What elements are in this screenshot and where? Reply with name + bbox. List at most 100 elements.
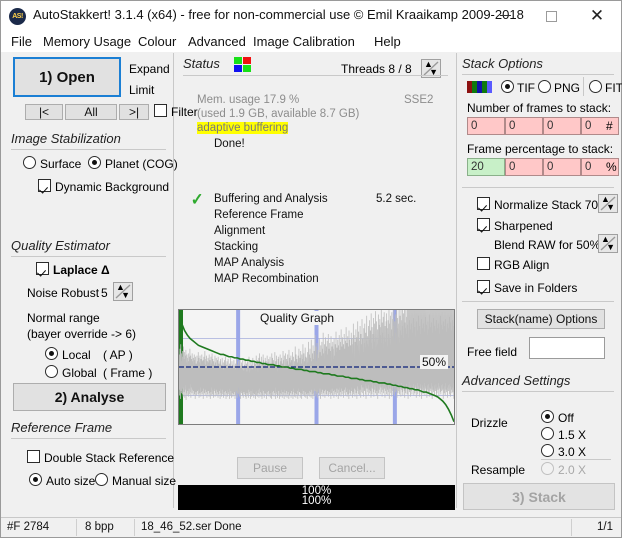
menu-image-calibration[interactable]: Image Calibration — [249, 33, 359, 50]
open-button[interactable]: 1) Open — [13, 57, 121, 97]
stack-options-rule-3 — [462, 301, 614, 302]
nav-first-button[interactable]: |< — [25, 104, 63, 120]
noise-robust-label: Noise Robust — [27, 286, 100, 300]
surface-radio[interactable] — [23, 156, 36, 169]
normalize-stack-checkbox[interactable] — [477, 197, 490, 210]
quality-estimator-header: Quality Estimator — [11, 238, 110, 253]
cancel-button[interactable]: Cancel... — [319, 457, 385, 479]
normalize-stack-label: Normalize Stack 70% — [494, 198, 609, 212]
sharpened-checkbox[interactable] — [477, 218, 490, 231]
frames-input-3[interactable]: 0 — [581, 117, 619, 135]
blend-raw-spinner[interactable]: ▲ ▼ — [598, 234, 618, 253]
normalize-stack-spinner[interactable]: ▲ ▼ — [598, 194, 618, 213]
format-png-label: PNG — [554, 81, 581, 95]
rgb-align-checkbox[interactable] — [477, 257, 490, 270]
menu-help[interactable]: Help — [370, 33, 405, 50]
local-radio[interactable] — [45, 347, 58, 360]
app-icon: AS! — [9, 8, 26, 25]
auto-size-radio[interactable] — [29, 473, 42, 486]
percentage-input-0[interactable]: 20 — [467, 158, 505, 176]
laplace-label: Laplace Δ — [53, 263, 110, 277]
menu-file[interactable]: File — [7, 33, 36, 50]
planet-cog-radio[interactable] — [88, 156, 101, 169]
format-fit-label: FIT — [605, 81, 622, 95]
drizzle-resample-rule — [541, 459, 611, 460]
format-tif-radio[interactable] — [501, 80, 514, 93]
frames-to-stack-inputs[interactable]: 0 0 0 0 — [467, 117, 619, 135]
step-label-3: Stacking — [214, 241, 259, 253]
drizzle-off-radio[interactable] — [541, 410, 554, 423]
step-label-0: Buffering and Analysis — [214, 193, 328, 205]
pause-button[interactable]: Pause — [237, 457, 303, 479]
quality-graph[interactable] — [178, 309, 455, 425]
manual-size-label: Manual size — [112, 474, 177, 488]
filter-checkbox[interactable] — [154, 104, 167, 117]
drizzle-label: Drizzle — [471, 416, 508, 430]
frames-to-stack-label: Number of frames to stack: — [467, 101, 612, 115]
local-label: Local — [62, 348, 91, 362]
window-title: AutoStakkert! 3.1.4 (x64) - free for non… — [33, 7, 524, 22]
double-stack-reference-label: Double Stack Reference — [44, 451, 175, 465]
resample-20x-label: 2.0 X — [558, 463, 587, 477]
statusbar-sep-2 — [134, 519, 135, 536]
stack-options-header: Stack Options — [462, 56, 543, 71]
close-button[interactable]: ✕ — [574, 1, 620, 31]
menu-bar: File Memory Usage Colour Advanced Image … — [1, 31, 621, 52]
global-label: Global — [62, 366, 97, 380]
format-png-radio[interactable] — [538, 80, 551, 93]
double-stack-reference-checkbox[interactable] — [27, 450, 40, 463]
image-stabilization-rule — [11, 149, 166, 150]
frame-percentage-inputs[interactable]: 20 0 0 0 — [467, 158, 619, 176]
frames-input-0[interactable]: 0 — [467, 117, 505, 135]
analyse-button[interactable]: 2) Analyse — [13, 383, 166, 411]
color-format-icon — [467, 81, 493, 93]
autostakkert-window: AS! AutoStakkert! 3.1.4 (x64) - free for… — [0, 0, 622, 538]
free-field-label: Free field — [467, 345, 518, 359]
resample-20x-radio[interactable] — [541, 462, 554, 475]
maximize-button[interactable] — [528, 1, 574, 31]
step-label-4: MAP Analysis — [214, 257, 285, 269]
step-label-5: MAP Recombination — [214, 273, 319, 285]
frames-input-2[interactable]: 0 — [543, 117, 581, 135]
noise-robust-spinner[interactable]: ▲ ▼ — [113, 282, 133, 301]
stack-name-options-button[interactable]: Stack(name) Options — [477, 309, 605, 329]
drizzle-15x-radio[interactable] — [541, 427, 554, 440]
format-fit-radio[interactable] — [589, 80, 602, 93]
save-in-folders-label: Save in Folders — [494, 281, 578, 295]
limit-label[interactable]: Limit — [129, 83, 154, 97]
minimize-button[interactable] — [482, 1, 528, 31]
menu-colour[interactable]: Colour — [134, 33, 180, 50]
status-header: Status — [183, 56, 220, 71]
nav-last-button[interactable]: >| — [119, 104, 149, 120]
drizzle-15x-label: 1.5 X — [558, 428, 587, 442]
close-icon: ✕ — [589, 6, 605, 25]
free-field-input[interactable] — [529, 337, 605, 359]
nav-all-button[interactable]: All — [65, 104, 117, 120]
dynamic-background-label: Dynamic Background — [55, 180, 170, 194]
statusbar-file: 18_46_52.ser — [141, 521, 212, 533]
drizzle-30x-label: 3.0 X — [558, 445, 587, 459]
resample-label: Resample — [471, 463, 526, 477]
drizzle-30x-radio[interactable] — [541, 444, 554, 457]
local-suffix-label: ( AP ) — [103, 348, 133, 362]
menu-memory-usage[interactable]: Memory Usage — [39, 33, 135, 50]
menu-advanced[interactable]: Advanced — [184, 33, 250, 50]
statusbar-bpp: 8 bpp — [85, 521, 114, 533]
statusbar-state: Done — [214, 521, 242, 533]
frame-percentage-label: Frame percentage to stack: — [467, 142, 614, 156]
progress-bar-bottom: 100% — [178, 495, 455, 510]
global-radio[interactable] — [45, 365, 58, 378]
manual-size-radio[interactable] — [95, 473, 108, 486]
expand-label[interactable]: Expand — [129, 62, 170, 76]
stack-button[interactable]: 3) Stack — [463, 483, 615, 510]
sse-label: SSE2 — [404, 94, 434, 106]
dynamic-background-checkbox[interactable] — [38, 179, 51, 192]
save-in-folders-checkbox[interactable] — [477, 280, 490, 293]
laplace-checkbox[interactable] — [36, 262, 49, 275]
stack-options-rule — [462, 74, 614, 75]
status-rule — [183, 75, 448, 76]
statusbar-pages: 1/1 — [597, 521, 613, 533]
frames-input-1[interactable]: 0 — [505, 117, 543, 135]
percentage-input-1[interactable]: 0 — [505, 158, 543, 176]
percentage-input-2[interactable]: 0 — [543, 158, 581, 176]
